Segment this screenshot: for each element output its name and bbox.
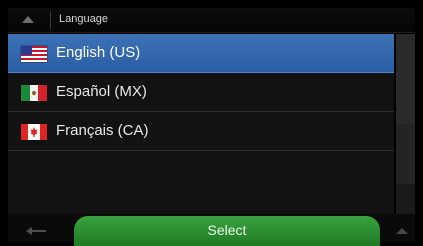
language-label: English (US) [56, 44, 141, 61]
language-label: Français (CA) [56, 122, 149, 139]
arrow-shaft [28, 230, 46, 232]
bottom-bar: Select [8, 214, 415, 246]
mx-flag-icon [21, 85, 47, 101]
language-label: Español (MX) [56, 83, 147, 100]
scroll-thumb[interactable] [396, 34, 415, 124]
language-screen: Language English (US) Español (MX) Franç… [0, 0, 423, 246]
scrollbar[interactable] [396, 34, 415, 214]
us-flag-icon [21, 46, 47, 62]
divider [50, 11, 51, 29]
header-bar: Language [8, 8, 415, 33]
page-title: Language [59, 13, 108, 25]
scroll-track [396, 124, 415, 184]
language-list: English (US) Español (MX) Français (CA) [8, 34, 394, 214]
select-button[interactable]: Select [74, 216, 380, 246]
ca-flag-icon [21, 124, 47, 140]
list-item[interactable]: Español (MX) [8, 73, 394, 112]
chevron-up-icon[interactable] [22, 16, 34, 23]
back-arrow-icon[interactable] [24, 224, 50, 238]
list-item[interactable]: Français (CA) [8, 112, 394, 151]
list-item[interactable]: English (US) [8, 34, 394, 73]
scroll-up-icon[interactable] [396, 228, 408, 234]
